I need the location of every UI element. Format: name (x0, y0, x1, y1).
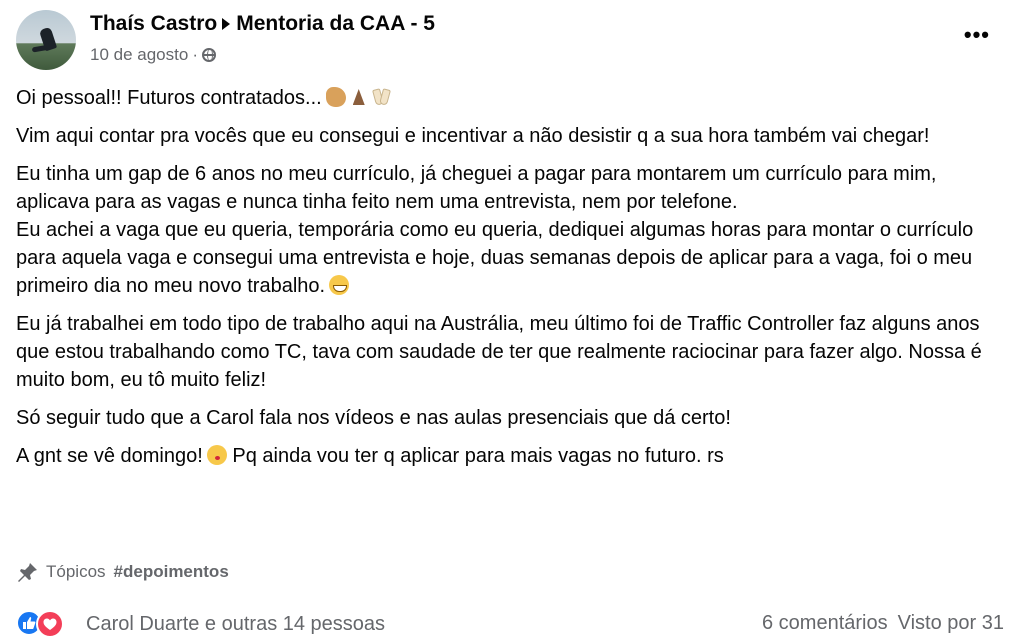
avatar-figure-leg (31, 44, 51, 53)
group-name[interactable]: Mentoria da CAA - 5 (236, 12, 435, 36)
author-name[interactable]: Thaís Castro (90, 12, 217, 36)
post-header: Thaís Castro Mentoria da CAA - 5 10 de a… (0, 0, 1024, 80)
comments-count[interactable]: 6 comentários (762, 612, 888, 635)
post-paragraph: Vim aqui contar pra vocês que eu consegu… (16, 125, 930, 147)
topics-label: Tópicos (46, 562, 106, 581)
globe-icon[interactable] (201, 48, 216, 62)
reaction-icons (16, 610, 76, 638)
post-date[interactable]: 10 de agosto (90, 45, 188, 65)
topic-tag-depoimentos[interactable]: #depoimentos (114, 562, 229, 582)
reactions-text[interactable]: Carol Duarte e outras 14 pessoas (86, 613, 385, 636)
reactions-summary[interactable]: Carol Duarte e outras 14 pessoas (16, 610, 385, 638)
kissing-face-icon (206, 445, 227, 465)
arrow-right-icon (222, 18, 231, 30)
paragraph-text: A gnt se vê domingo! (16, 445, 203, 467)
post-meta: 10 de agosto · (90, 45, 216, 65)
folded-hands-icon (350, 87, 368, 107)
greeting-text: Oi pessoal!! Futuros contratados... (16, 87, 322, 109)
meta-separator: · (192, 45, 198, 64)
topics-row: Tópicos #depoimentos (16, 561, 229, 583)
author-line: Thaís Castro Mentoria da CAA - 5 (90, 12, 435, 36)
post-paragraph: Só seguir tudo que a Carol fala nos víde… (16, 407, 731, 429)
author-avatar[interactable] (16, 10, 76, 70)
clinking-glasses-icon (372, 87, 390, 107)
post-content: Oi pessoal!! Futuros contratados... Vim … (16, 84, 1006, 480)
post-paragraph: Oi pessoal!! Futuros contratados... (16, 84, 1006, 112)
post-paragraph: Eu tinha um gap de 6 anos no meu currícu… (16, 160, 1006, 300)
clapping-hands-icon (325, 87, 346, 107)
seen-by-count[interactable]: Visto por 31 (898, 612, 1004, 635)
paragraph-text: Pq ainda vou ter q aplicar para mais vag… (232, 445, 724, 467)
paragraph-text: Eu tinha um gap de 6 anos no meu currícu… (16, 163, 937, 213)
post-paragraph: A gnt se vê domingo! Pq ainda vou ter q … (16, 442, 1006, 470)
grinning-face-icon (329, 275, 350, 295)
post-stats: 6 comentários Visto por 31 (762, 612, 1004, 635)
love-icon (36, 610, 64, 638)
pin-icon (18, 563, 37, 582)
paragraph-text: Eu achei a vaga que eu queria, temporári… (16, 219, 974, 297)
post-paragraph: Eu já trabalhei em todo tipo de trabalho… (16, 313, 982, 391)
more-options-button[interactable]: ••• (964, 24, 990, 46)
